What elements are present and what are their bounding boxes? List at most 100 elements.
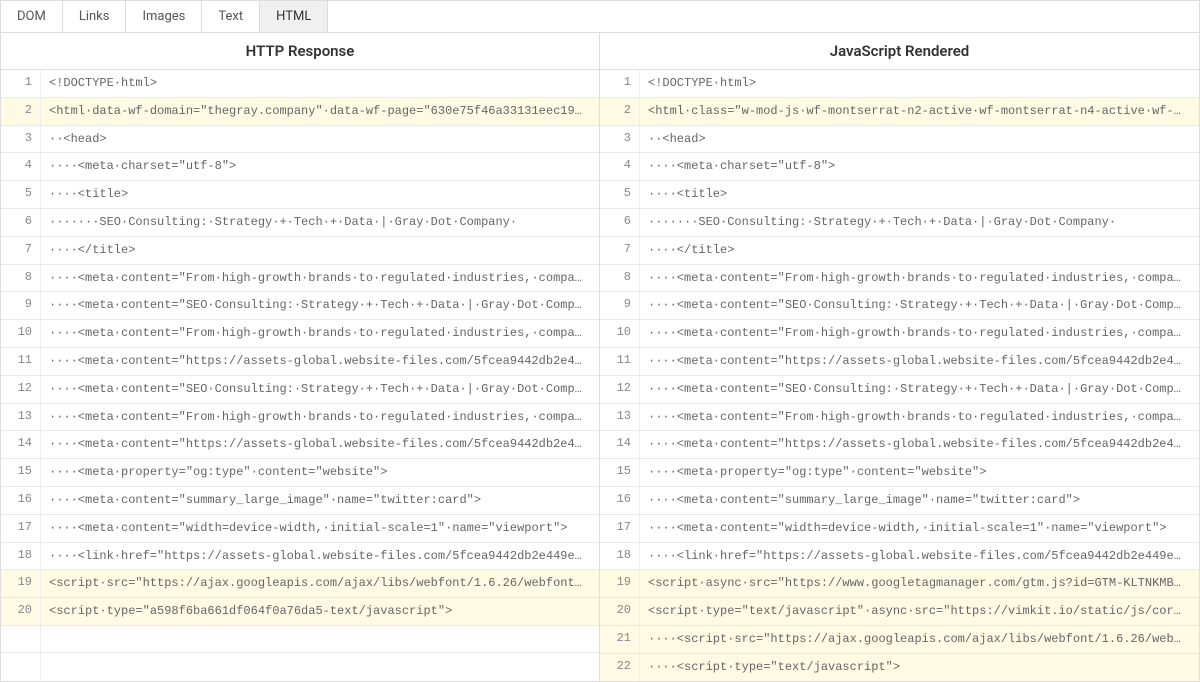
- line-number: 11: [600, 348, 640, 375]
- code-line: ····<meta·content="https://assets-global…: [640, 431, 1199, 458]
- code-row[interactable]: [1, 653, 599, 680]
- code-line: ····<meta·content="From·high-growth·bran…: [640, 320, 1199, 347]
- code-line: [41, 626, 599, 652]
- code-row[interactable]: 9····<meta·content="SEO·Consulting:·Stra…: [600, 292, 1199, 320]
- code-row[interactable]: 9····<meta·content="SEO·Consulting:·Stra…: [1, 292, 599, 320]
- code-line: [41, 653, 599, 680]
- code-line: ····<meta·content="https://assets-global…: [640, 348, 1199, 375]
- code-line: <script·src="https://ajax.googleapis.com…: [41, 570, 599, 597]
- code-line: ·······SEO·Consulting:·Strategy·+·Tech·+…: [41, 209, 599, 236]
- code-line: ····<meta·content="From·high-growth·bran…: [640, 404, 1199, 431]
- code-line: ··<head>: [640, 126, 1199, 153]
- code-line: ····</title>: [640, 237, 1199, 264]
- code-row[interactable]: 18····<link·href="https://assets-global.…: [1, 543, 599, 571]
- code-row[interactable]: 15····<meta·property="og:type"·content="…: [600, 459, 1199, 487]
- line-number: 1: [1, 70, 41, 97]
- line-number: 5: [600, 181, 640, 208]
- line-number: 16: [600, 487, 640, 514]
- code-row[interactable]: 19<script·async·src="https://www.googlet…: [600, 570, 1199, 598]
- line-number: 11: [1, 348, 41, 375]
- code-row[interactable]: 14····<meta·content="https://assets-glob…: [600, 431, 1199, 459]
- tab-links[interactable]: Links: [63, 1, 127, 32]
- line-number: 7: [600, 237, 640, 264]
- code-row[interactable]: 21····<script·src="https://ajax.googleap…: [600, 626, 1199, 654]
- panel-js-rendered: JavaScript Rendered 1<!DOCTYPE·html>2<ht…: [600, 33, 1199, 681]
- code-line: ··<head>: [41, 126, 599, 153]
- code-row[interactable]: 4····<meta·charset="utf-8">: [600, 153, 1199, 181]
- code-line: ····<meta·content="SEO·Consulting:·Strat…: [41, 292, 599, 319]
- diff-panels: HTTP Response 1<!DOCTYPE·html>2<html·dat…: [0, 32, 1200, 682]
- code-row[interactable]: 22····<script·type="text/javascript">: [600, 654, 1199, 681]
- code-row[interactable]: 16····<meta·content="summary_large_image…: [1, 487, 599, 515]
- code-row[interactable]: 13····<meta·content="From·high-growth·br…: [600, 404, 1199, 432]
- code-row[interactable]: 14····<meta·content="https://assets-glob…: [1, 431, 599, 459]
- tab-html[interactable]: HTML: [260, 1, 328, 32]
- code-row[interactable]: 8····<meta·content="From·high-growth·bra…: [1, 265, 599, 293]
- code-line: <script·async·src="https://www.googletag…: [640, 570, 1199, 597]
- tab-dom[interactable]: DOM: [1, 1, 63, 32]
- code-row[interactable]: 6·······SEO·Consulting:·Strategy·+·Tech·…: [600, 209, 1199, 237]
- line-number: [1, 653, 41, 680]
- line-number: 3: [1, 126, 41, 153]
- code-row[interactable]: 3··<head>: [600, 126, 1199, 154]
- code-line: <!DOCTYPE·html>: [640, 70, 1199, 97]
- line-number: 14: [600, 431, 640, 458]
- line-number: 5: [1, 181, 41, 208]
- code-line: ····<meta·content="summary_large_image"·…: [640, 487, 1199, 514]
- code-row[interactable]: 18····<link·href="https://assets-global.…: [600, 543, 1199, 571]
- code-row[interactable]: 20<script·type="text/javascript"·async·s…: [600, 598, 1199, 626]
- line-number: 3: [600, 126, 640, 153]
- code-row[interactable]: 4····<meta·charset="utf-8">: [1, 153, 599, 181]
- line-number: 17: [1, 515, 41, 542]
- code-row[interactable]: 2<html·class="w-mod-js·wf-montserrat-n2-…: [600, 98, 1199, 126]
- code-row[interactable]: 7····</title>: [600, 237, 1199, 265]
- code-line: ····<meta·content="SEO·Consulting:·Strat…: [41, 376, 599, 403]
- code-line: ····<meta·content="From·high-growth·bran…: [41, 320, 599, 347]
- code-row[interactable]: [1, 626, 599, 653]
- code-line: ····<meta·content="width=device-width,·i…: [41, 515, 599, 542]
- code-row[interactable]: 11····<meta·content="https://assets-glob…: [600, 348, 1199, 376]
- code-row[interactable]: 5····<title>: [600, 181, 1199, 209]
- line-number: 13: [1, 404, 41, 431]
- code-row[interactable]: 13····<meta·content="From·high-growth·br…: [1, 404, 599, 432]
- code-row[interactable]: 15····<meta·property="og:type"·content="…: [1, 459, 599, 487]
- code-row[interactable]: 7····</title>: [1, 237, 599, 265]
- line-number: 6: [1, 209, 41, 236]
- code-row[interactable]: 6·······SEO·Consulting:·Strategy·+·Tech·…: [1, 209, 599, 237]
- code-row[interactable]: 17····<meta·content="width=device-width,…: [600, 515, 1199, 543]
- code-line: ····<meta·content="width=device-width,·i…: [640, 515, 1199, 542]
- code-line: <html·class="w-mod-js·wf-montserrat-n2-a…: [640, 98, 1199, 125]
- line-number: 12: [1, 376, 41, 403]
- code-row[interactable]: 11····<meta·content="https://assets-glob…: [1, 348, 599, 376]
- line-number: 19: [600, 570, 640, 597]
- code-row[interactable]: 12····<meta·content="SEO·Consulting:·Str…: [1, 376, 599, 404]
- code-line: <script·type="a598f6ba661df064f0a76da5-t…: [41, 598, 599, 625]
- tab-text[interactable]: Text: [202, 1, 260, 32]
- code-row[interactable]: 16····<meta·content="summary_large_image…: [600, 487, 1199, 515]
- line-number: 21: [600, 626, 640, 653]
- code-line: ····<meta·content="summary_large_image"·…: [41, 487, 599, 514]
- code-row[interactable]: 2<html·data-wf-domain="thegray.company"·…: [1, 98, 599, 126]
- code-row[interactable]: 20<script·type="a598f6ba661df064f0a76da5…: [1, 598, 599, 626]
- code-line: ····<link·href="https://assets-global.we…: [41, 543, 599, 570]
- panel-header-left: HTTP Response: [1, 33, 599, 70]
- code-line: ····<title>: [41, 181, 599, 208]
- code-line: ····<meta·content="SEO·Consulting:·Strat…: [640, 376, 1199, 403]
- code-row[interactable]: 10····<meta·content="From·high-growth·br…: [1, 320, 599, 348]
- line-number: 22: [600, 654, 640, 681]
- code-row[interactable]: 8····<meta·content="From·high-growth·bra…: [600, 265, 1199, 293]
- code-row[interactable]: 3··<head>: [1, 126, 599, 154]
- code-row[interactable]: 1<!DOCTYPE·html>: [600, 70, 1199, 98]
- code-row[interactable]: 19<script·src="https://ajax.googleapis.c…: [1, 570, 599, 598]
- tab-images[interactable]: Images: [126, 1, 202, 32]
- line-number: 15: [1, 459, 41, 486]
- line-number: 10: [1, 320, 41, 347]
- code-line: ····<script·src="https://ajax.googleapis…: [640, 626, 1199, 653]
- code-line: ····<script·type="text/javascript">: [640, 654, 1199, 681]
- code-row[interactable]: 17····<meta·content="width=device-width,…: [1, 515, 599, 543]
- code-row[interactable]: 5····<title>: [1, 181, 599, 209]
- line-number: 2: [600, 98, 640, 125]
- code-row[interactable]: 10····<meta·content="From·high-growth·br…: [600, 320, 1199, 348]
- code-row[interactable]: 1<!DOCTYPE·html>: [1, 70, 599, 98]
- code-row[interactable]: 12····<meta·content="SEO·Consulting:·Str…: [600, 376, 1199, 404]
